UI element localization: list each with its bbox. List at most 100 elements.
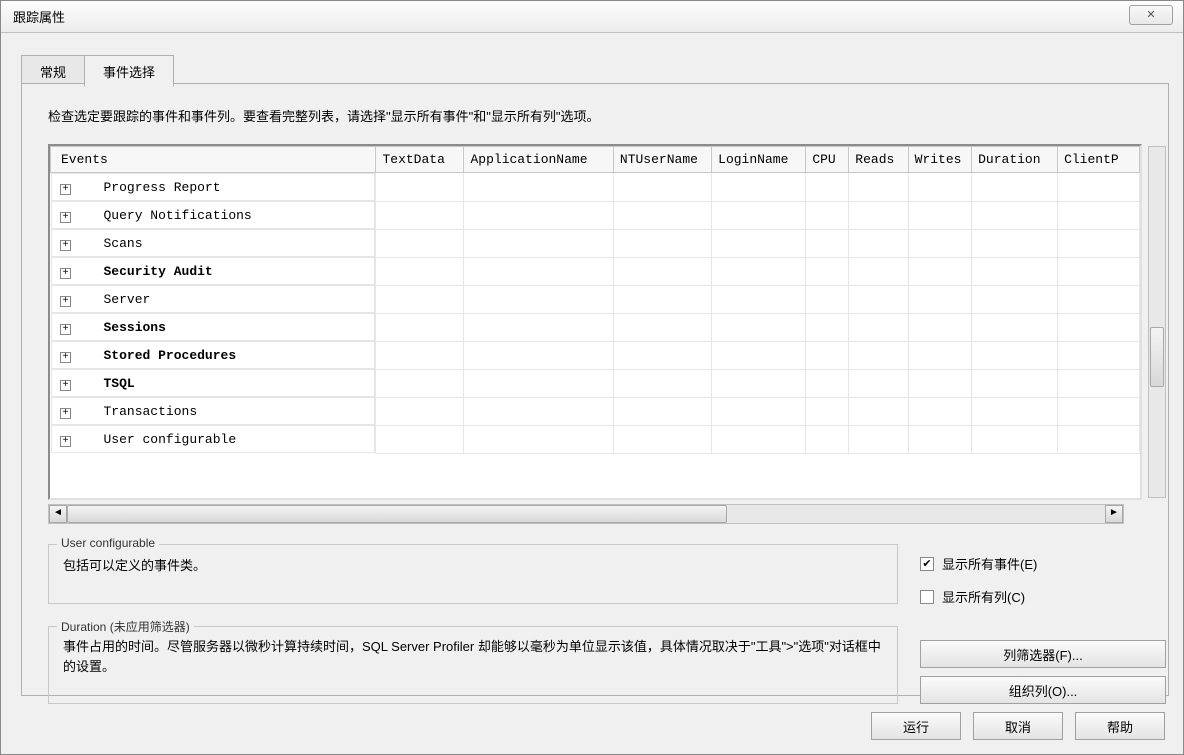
grid-cell[interactable] [806,285,849,313]
table-row[interactable]: +Progress Report [51,173,1140,202]
cancel-button[interactable]: 取消 [973,712,1063,740]
grid-cell[interactable] [376,173,464,202]
column-header[interactable]: ClientP [1058,147,1140,173]
horizontal-scrollbar[interactable]: ◄ ► [48,504,1124,524]
grid-cell[interactable] [712,257,806,285]
hscroll-track[interactable] [67,505,1105,523]
table-row[interactable]: +User configurable [51,425,1140,453]
grid-cell[interactable] [613,397,711,425]
grid-cell[interactable] [806,229,849,257]
grid-cell[interactable] [376,229,464,257]
grid-cell[interactable] [908,285,971,313]
grid-cell[interactable] [613,285,711,313]
column-header[interactable]: ApplicationName [464,147,613,173]
grid-cell[interactable] [1058,425,1140,453]
grid-cell[interactable] [1058,285,1140,313]
expand-icon[interactable]: + [60,212,71,223]
table-row[interactable]: +TSQL [51,369,1140,397]
expand-icon[interactable]: + [60,184,71,195]
grid-cell[interactable] [806,397,849,425]
grid-cell[interactable] [613,201,711,229]
grid-cell[interactable] [712,285,806,313]
grid-cell[interactable] [972,229,1058,257]
grid-cell[interactable] [1058,173,1140,202]
expand-icon[interactable]: + [60,240,71,251]
grid-cell[interactable] [849,257,908,285]
column-header[interactable]: NTUserName [613,147,711,173]
grid-cell[interactable] [908,201,971,229]
grid-cell[interactable] [712,341,806,369]
grid-cell[interactable] [1058,201,1140,229]
grid-cell[interactable] [1058,257,1140,285]
expand-icon[interactable]: + [60,324,71,335]
expand-icon[interactable]: + [60,380,71,391]
hscroll-left-button[interactable]: ◄ [49,505,67,523]
grid-cell[interactable] [806,201,849,229]
table-row[interactable]: +Scans [51,229,1140,257]
grid-cell[interactable] [464,173,613,202]
grid-cell[interactable] [1058,313,1140,341]
grid-cell[interactable] [908,257,971,285]
grid-cell[interactable] [376,313,464,341]
column-header[interactable]: Writes [908,147,971,173]
column-filter-button[interactable]: 列筛选器(F)... [920,640,1166,668]
tab-events[interactable]: 事件选择 [84,55,174,87]
expand-icon[interactable]: + [60,352,71,363]
column-header[interactable]: CPU [806,147,849,173]
grid-cell[interactable] [806,173,849,202]
grid-cell[interactable] [1058,397,1140,425]
grid-cell[interactable] [972,425,1058,453]
grid-cell[interactable] [972,369,1058,397]
grid-cell[interactable] [972,173,1058,202]
grid-cell[interactable] [908,229,971,257]
grid-cell[interactable] [376,257,464,285]
grid-cell[interactable] [849,369,908,397]
expand-icon[interactable]: + [60,296,71,307]
grid-cell[interactable] [464,285,613,313]
grid-cell[interactable] [908,313,971,341]
grid-cell[interactable] [806,341,849,369]
table-row[interactable]: +Server [51,285,1140,313]
grid-cell[interactable] [849,313,908,341]
grid-cell[interactable] [376,201,464,229]
grid-cell[interactable] [464,201,613,229]
grid-cell[interactable] [849,397,908,425]
grid-cell[interactable] [806,313,849,341]
grid-cell[interactable] [849,341,908,369]
close-button[interactable]: ✕ [1129,5,1173,25]
grid-cell[interactable] [908,173,971,202]
grid-cell[interactable] [712,173,806,202]
grid-cell[interactable] [849,285,908,313]
grid-cell[interactable] [712,229,806,257]
grid-cell[interactable] [849,425,908,453]
expand-icon[interactable]: + [60,268,71,279]
grid-cell[interactable] [908,341,971,369]
grid-cell[interactable] [712,313,806,341]
column-header[interactable]: Duration [972,147,1058,173]
grid-cell[interactable] [464,397,613,425]
grid-cell[interactable] [1058,229,1140,257]
grid-cell[interactable] [376,397,464,425]
grid-cell[interactable] [849,229,908,257]
column-header[interactable]: Events [51,147,376,173]
grid-cell[interactable] [464,369,613,397]
vscroll-thumb[interactable] [1150,327,1164,387]
events-grid[interactable]: EventsTextDataApplicationNameNTUserNameL… [48,144,1142,500]
grid-cell[interactable] [613,229,711,257]
grid-cell[interactable] [908,425,971,453]
grid-cell[interactable] [376,425,464,453]
grid-cell[interactable] [376,369,464,397]
grid-cell[interactable] [464,341,613,369]
grid-cell[interactable] [972,201,1058,229]
grid-cell[interactable] [712,397,806,425]
grid-cell[interactable] [806,257,849,285]
grid-cell[interactable] [806,369,849,397]
grid-cell[interactable] [972,313,1058,341]
grid-cell[interactable] [1058,369,1140,397]
grid-cell[interactable] [464,313,613,341]
grid-cell[interactable] [972,397,1058,425]
expand-icon[interactable]: + [60,408,71,419]
table-row[interactable]: +Stored Procedures [51,341,1140,369]
grid-cell[interactable] [464,425,613,453]
organize-columns-button[interactable]: 组织列(O)... [920,676,1166,704]
